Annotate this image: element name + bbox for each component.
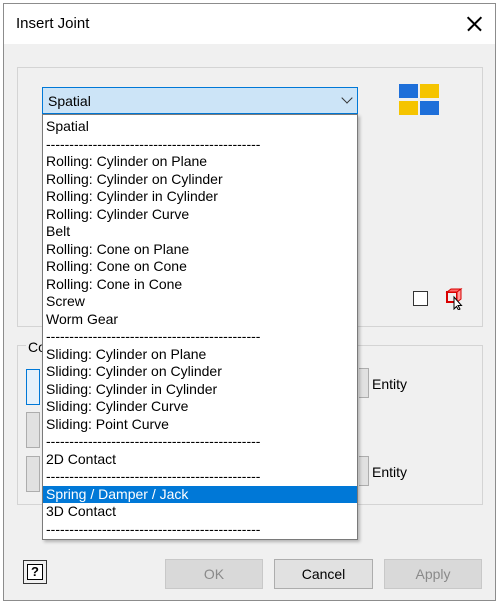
dropdown-option[interactable]: Sliding: Cylinder on Plane xyxy=(43,346,357,364)
cancel-button[interactable]: Cancel xyxy=(274,559,373,589)
apply-button[interactable]: Apply xyxy=(384,559,482,589)
dropdown-option[interactable]: 2D Contact xyxy=(43,451,357,469)
select-second-button[interactable] xyxy=(26,456,40,492)
dropdown-option[interactable]: Sliding: Cylinder Curve xyxy=(43,398,357,416)
close-icon[interactable] xyxy=(459,9,489,39)
dropdown-separator: ----------------------------------------… xyxy=(46,468,261,484)
cube-select-icon[interactable] xyxy=(445,288,463,310)
select-first-button[interactable] xyxy=(26,369,40,405)
dropdown-option[interactable]: Rolling: Cylinder on Plane xyxy=(43,153,357,171)
dropdown-option[interactable]: Spring / Damper / Jack xyxy=(43,485,357,503)
flip-checkbox[interactable] xyxy=(413,291,428,306)
dropdown-option[interactable]: Sliding: Point Curve xyxy=(43,416,357,434)
dropdown-separator: ----------------------------------------… xyxy=(46,520,261,537)
joint-type-dropdown: Spatial ---------------------------------… xyxy=(42,114,358,540)
joint-type-combo[interactable]: Spatial xyxy=(42,87,358,114)
dropdown-option[interactable]: Belt xyxy=(43,223,357,241)
first-entity-field[interactable] xyxy=(359,368,369,398)
select-first-entity-button[interactable] xyxy=(26,412,40,448)
first-entity-label: Entity xyxy=(372,376,408,392)
insert-joint-dialog: Insert Joint Co Spatial Spatial ---------… xyxy=(3,3,496,601)
dropdown-option[interactable]: Rolling: Cone on Cone xyxy=(43,258,357,276)
joint-grid-icon xyxy=(396,81,443,118)
dialog-title: Insert Joint xyxy=(16,15,90,32)
second-entity-label: Entity xyxy=(372,464,408,480)
dropdown-separator: ----------------------------------------… xyxy=(46,328,261,344)
dropdown-option[interactable]: Sliding: Cylinder on Cylinder xyxy=(43,363,357,381)
chevron-down-icon[interactable] xyxy=(341,92,353,104)
dropdown-option[interactable]: Worm Gear xyxy=(43,311,357,329)
ok-button[interactable]: OK xyxy=(165,559,263,589)
help-button[interactable]: ? xyxy=(23,560,47,584)
dropdown-separator: ----------------------------------------… xyxy=(46,433,261,449)
dropdown-option[interactable]: Rolling: Cone on Plane xyxy=(43,241,357,259)
title-bar: Insert Joint xyxy=(4,4,495,44)
second-entity-field[interactable] xyxy=(359,456,369,486)
dropdown-option[interactable]: Rolling: Cylinder Curve xyxy=(43,206,357,224)
dropdown-option[interactable]: Screw xyxy=(43,293,357,311)
dropdown-option[interactable]: Spatial xyxy=(43,118,357,136)
dropdown-option[interactable]: Rolling: Cylinder in Cylinder xyxy=(43,188,357,206)
joint-type-value: Spatial xyxy=(48,93,91,109)
help-icon: ? xyxy=(27,564,43,580)
dropdown-separator: ----------------------------------------… xyxy=(46,135,261,152)
dropdown-option[interactable]: Sliding: Cylinder in Cylinder xyxy=(43,381,357,399)
dropdown-option[interactable]: Rolling: Cone in Cone xyxy=(43,276,357,294)
dropdown-option[interactable]: Rolling: Cylinder on Cylinder xyxy=(43,171,357,189)
dropdown-option[interactable]: 3D Contact xyxy=(43,503,357,521)
